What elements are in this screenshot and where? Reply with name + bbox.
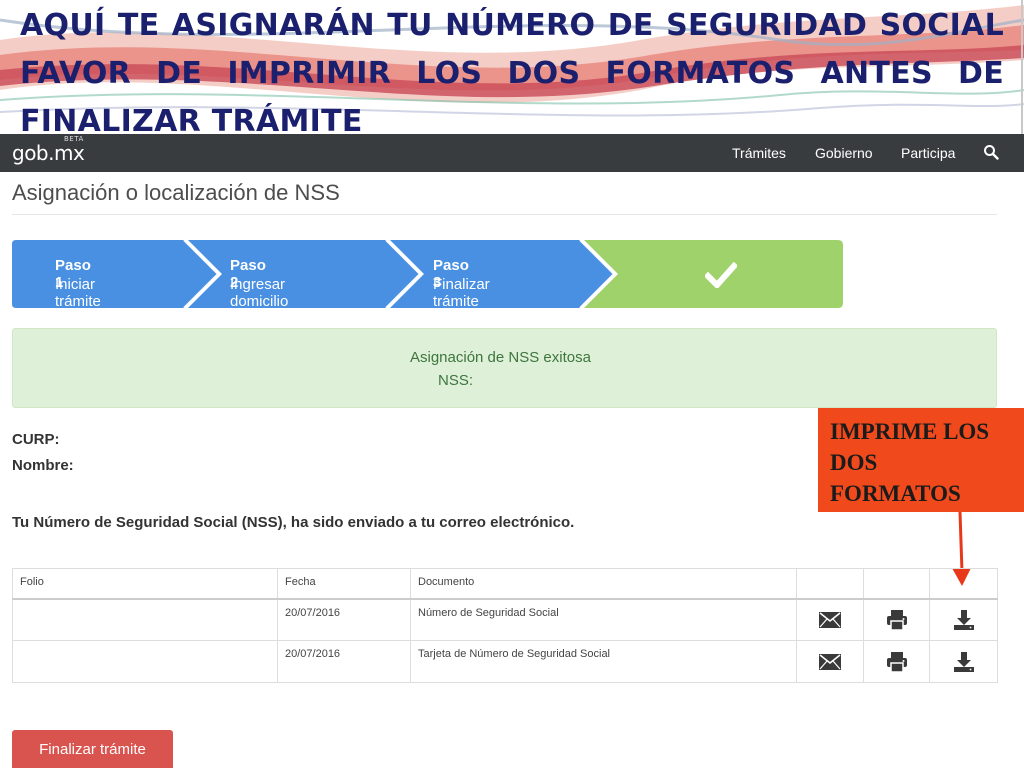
cell-email xyxy=(796,640,864,683)
printer-icon[interactable] xyxy=(886,609,907,630)
step-3-shape xyxy=(390,240,614,308)
cell-print xyxy=(863,598,930,641)
cell-folio xyxy=(12,640,278,683)
banner-line-1: AQUÍ TE ASIGNARÁN TU NÚMERO DE SEGURIDAD… xyxy=(20,8,1004,43)
cell-download xyxy=(929,640,998,683)
cell-fecha: 20/07/2016 xyxy=(277,640,411,683)
alert-message: Asignación de NSS exitosa xyxy=(410,349,591,366)
step-3-subtitle: Finalizar trámite xyxy=(433,276,490,310)
printer-icon[interactable] xyxy=(886,651,907,672)
table-row: 20/07/2016 Tarjeta de Número de Segurida… xyxy=(12,640,998,683)
table-row: 20/07/2016 Número de Seguridad Social xyxy=(12,598,998,641)
nss-email-notice: Tu Número de Seguridad Social (NSS), ha … xyxy=(12,514,575,531)
print-callout-box: IMPRIME LOS DOS FORMATOS xyxy=(818,408,1024,512)
title-divider xyxy=(12,214,997,215)
nss-label: NSS: xyxy=(438,372,474,389)
beta-badge: BETA xyxy=(64,135,84,143)
nav-item-gobierno[interactable]: Gobierno xyxy=(815,145,873,161)
banner-heading: AQUÍ TE ASIGNARÁN TU NÚMERO DE SEGURIDAD… xyxy=(20,2,1004,134)
envelope-icon[interactable] xyxy=(819,611,841,628)
documents-table: Folio Fecha Documento 20/07/2016 Número … xyxy=(12,568,998,683)
step-2-subtitle: Ingresar domicilio xyxy=(230,276,289,310)
gobmx-logo[interactable]: gob.mx BETA xyxy=(12,135,85,165)
checkmark-icon xyxy=(703,261,739,293)
column-header-fecha: Fecha xyxy=(277,568,411,600)
callout-line-3: FORMATOS xyxy=(830,481,961,506)
cell-documento: Número de Seguridad Social xyxy=(410,598,797,641)
finalize-button[interactable]: Finalizar trámite xyxy=(12,730,173,768)
step-1-subtitle: Iniciar trámite xyxy=(55,276,101,310)
cell-download xyxy=(929,598,998,641)
nav-item-tramites[interactable]: Trámites xyxy=(732,145,786,161)
table-header-row: Folio Fecha Documento xyxy=(12,568,998,600)
download-icon[interactable] xyxy=(953,651,974,672)
success-alert: Asignación de NSS exitosa NSS: xyxy=(12,328,997,408)
banner-line-2: FAVOR DE IMPRIMIR LOS DOS FORMATOS ANTES… xyxy=(20,56,1004,91)
curp-label: CURP: xyxy=(12,431,60,448)
column-header-print xyxy=(863,568,930,600)
cell-fecha: 20/07/2016 xyxy=(277,598,411,641)
slide-banner: AQUÍ TE ASIGNARÁN TU NÚMERO DE SEGURIDAD… xyxy=(0,0,1024,134)
download-icon[interactable] xyxy=(953,609,974,630)
logo-text: gob.mx xyxy=(12,141,85,165)
search-icon[interactable] xyxy=(983,144,999,165)
step-2-shape xyxy=(188,240,420,308)
step-1-shape xyxy=(12,240,218,308)
page-title: Asignación o localización de NSS xyxy=(12,180,340,205)
nav-item-participa[interactable]: Participa xyxy=(901,145,955,161)
cell-print xyxy=(863,640,930,683)
banner-line-3: FINALIZAR TRÁMITE xyxy=(20,104,363,134)
callout-line-2: DOS xyxy=(830,450,878,475)
callout-line-1: IMPRIME LOS xyxy=(830,419,990,444)
column-header-documento: Documento xyxy=(410,568,797,600)
top-navbar: gob.mx BETA Trámites Gobierno Participa xyxy=(0,134,1024,172)
column-header-folio: Folio xyxy=(12,568,278,600)
envelope-icon[interactable] xyxy=(819,653,841,670)
nombre-label: Nombre: xyxy=(12,457,74,474)
cell-email xyxy=(796,598,864,641)
cell-folio xyxy=(12,598,278,641)
column-header-download xyxy=(929,568,998,600)
cell-documento: Tarjeta de Número de Seguridad Social xyxy=(410,640,797,683)
column-header-email xyxy=(796,568,864,600)
